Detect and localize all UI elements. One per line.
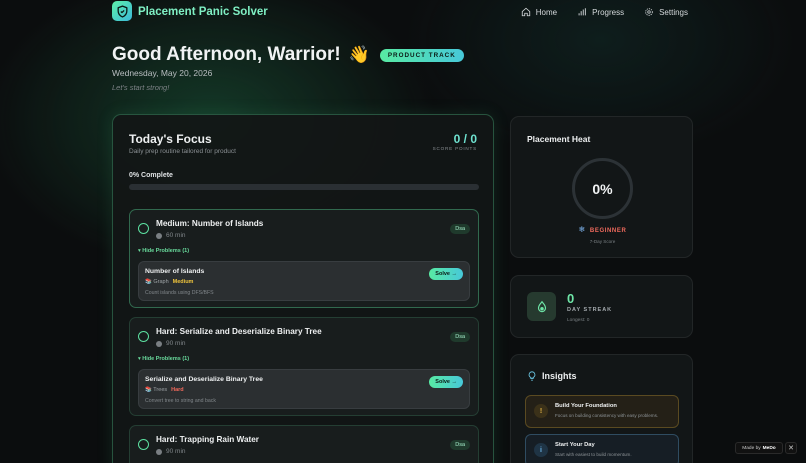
nav-home-label: Home: [535, 7, 558, 17]
page-title: Good Afternoon, Warrior!: [112, 44, 341, 65]
clock-icon: [156, 340, 162, 347]
app-name[interactable]: Placement Panic Solver: [138, 6, 268, 18]
streak-label: DAY STREAK: [567, 307, 613, 313]
problem-meta: 📚 Trees Hard: [145, 387, 184, 393]
streak-value: 0: [567, 291, 575, 306]
hide-problems-toggle[interactable]: ▾ Hide Problems (1): [138, 356, 189, 362]
task-title: Medium: Number of Islands: [156, 219, 264, 228]
problem-difficulty: Hard: [171, 387, 184, 393]
made-by-label: Made by: [742, 445, 761, 451]
task-time-value: 60 min: [166, 232, 186, 239]
heat-gauge: 0%: [572, 158, 633, 219]
brand-name: MeDo: [762, 445, 776, 451]
problem-description: Count islands using DFS/BFS: [145, 290, 214, 296]
greeting: Good Afternoon, Warrior! 👋 PRODUCT TRACK: [112, 44, 464, 66]
task-checkbox[interactable]: [138, 439, 149, 450]
score-label: SCORE POINTS: [432, 146, 477, 151]
problem-title: Serialize and Deserialize Binary Tree: [145, 376, 263, 383]
solve-button[interactable]: Solve →: [429, 268, 463, 280]
task-title: Hard: Serialize and Deserialize Binary T…: [156, 327, 322, 336]
problem-description: Convert tree to string and back: [145, 398, 216, 404]
placement-heat-panel: Placement Heat 0% ❄ BEGINNER 7-Day Score: [510, 116, 693, 258]
problem-meta: 📚 Graph Medium: [145, 279, 193, 285]
focus-subtitle: Daily prep routine tailored for product: [129, 148, 236, 155]
insights-panel: Insights ! Build Your Foundation Focus o…: [510, 354, 693, 463]
made-by-badge[interactable]: Made by MeDo: [735, 442, 783, 454]
wave-icon: 👋: [348, 45, 370, 64]
task-time: 90 min: [156, 340, 186, 347]
insight-desc: Focus on building consistency with easy …: [555, 413, 659, 418]
progress-bar: [129, 184, 479, 190]
home-icon: [521, 7, 530, 17]
insight-title: Build Your Foundation: [555, 403, 617, 409]
insight-desc: Start with easiest to build momentum.: [555, 452, 632, 457]
problem-topic: 📚 Graph: [145, 279, 169, 285]
insight-card[interactable]: ! Build Your Foundation Focus on buildin…: [525, 395, 679, 428]
alert-icon: !: [534, 404, 548, 418]
level-label: ❄ BEGINNER: [511, 225, 694, 234]
task-checkbox[interactable]: [138, 223, 149, 234]
top-nav: Home Progress Settings: [521, 7, 688, 17]
insight-card[interactable]: i Start Your Day Start with easiest to b…: [525, 434, 679, 463]
heat-value: 0%: [592, 180, 613, 197]
solve-button[interactable]: Solve →: [429, 376, 463, 388]
task-time: 60 min: [156, 232, 186, 239]
clock-icon: [156, 448, 162, 455]
streak-panel: 0 DAY STREAK Longest: 0: [510, 275, 693, 338]
insights-title: Insights: [527, 371, 577, 381]
hide-problems-toggle[interactable]: ▾ Hide Problems (1): [138, 248, 189, 254]
heat-title: Placement Heat: [527, 134, 591, 144]
task-time-value: 90 min: [166, 340, 186, 347]
category-badge: Dsa: [450, 224, 470, 234]
problem-difficulty: Medium: [172, 279, 194, 285]
snowflake-icon: ❄: [578, 225, 586, 234]
problem-topic: 📚 Trees: [145, 387, 168, 393]
nav-settings[interactable]: Settings: [644, 7, 688, 17]
info-icon: i: [534, 443, 548, 457]
task-checkbox[interactable]: [138, 331, 149, 342]
level-text: BEGINNER: [589, 228, 627, 234]
track-badge: PRODUCT TRACK: [379, 48, 464, 62]
tagline: Let's start strong!: [112, 83, 170, 92]
insight-title: Start Your Day: [555, 442, 595, 448]
nav-progress-label: Progress: [592, 7, 625, 17]
clock-icon: [156, 232, 162, 239]
close-icon[interactable]: ✕: [785, 442, 797, 454]
problem-item: Number of Islands 📚 Graph Medium Count i…: [138, 261, 470, 301]
problem-title: Number of Islands: [145, 268, 205, 275]
logo-icon[interactable]: [112, 1, 132, 21]
task-time-value: 90 min: [166, 448, 186, 455]
lightbulb-icon: [528, 371, 536, 381]
flame-icon: [527, 292, 556, 321]
task-title: Hard: Trapping Rain Water: [156, 435, 259, 444]
current-date: Wednesday, May 20, 2026: [112, 68, 213, 78]
focus-title: Today's Focus: [129, 132, 212, 146]
task-card: Hard: Trapping Rain Water 90 min Dsa: [129, 425, 479, 463]
nav-settings-label: Settings: [659, 7, 688, 17]
gear-icon: [645, 8, 653, 16]
task-time: 90 min: [156, 448, 186, 455]
streak-longest: Longest: 0: [567, 318, 590, 323]
progress-label: 0% Complete: [129, 172, 173, 179]
category-badge: Dsa: [450, 440, 470, 450]
problem-item: Serialize and Deserialize Binary Tree 📚 …: [138, 369, 470, 409]
nav-home[interactable]: Home: [521, 7, 557, 17]
insights-title-text: Insights: [542, 371, 577, 381]
nav-progress[interactable]: Progress: [577, 7, 624, 17]
bar-chart-icon: [578, 8, 586, 16]
task-card: Medium: Number of Islands 60 min Dsa ▾ H…: [129, 209, 479, 308]
category-badge: Dsa: [450, 332, 470, 342]
score-value: 0 / 0: [453, 132, 477, 146]
task-card: Hard: Serialize and Deserialize Binary T…: [129, 317, 479, 416]
heat-caption: 7-Day Score: [589, 239, 616, 244]
todays-focus-panel: Today's Focus Daily prep routine tailore…: [112, 114, 494, 463]
